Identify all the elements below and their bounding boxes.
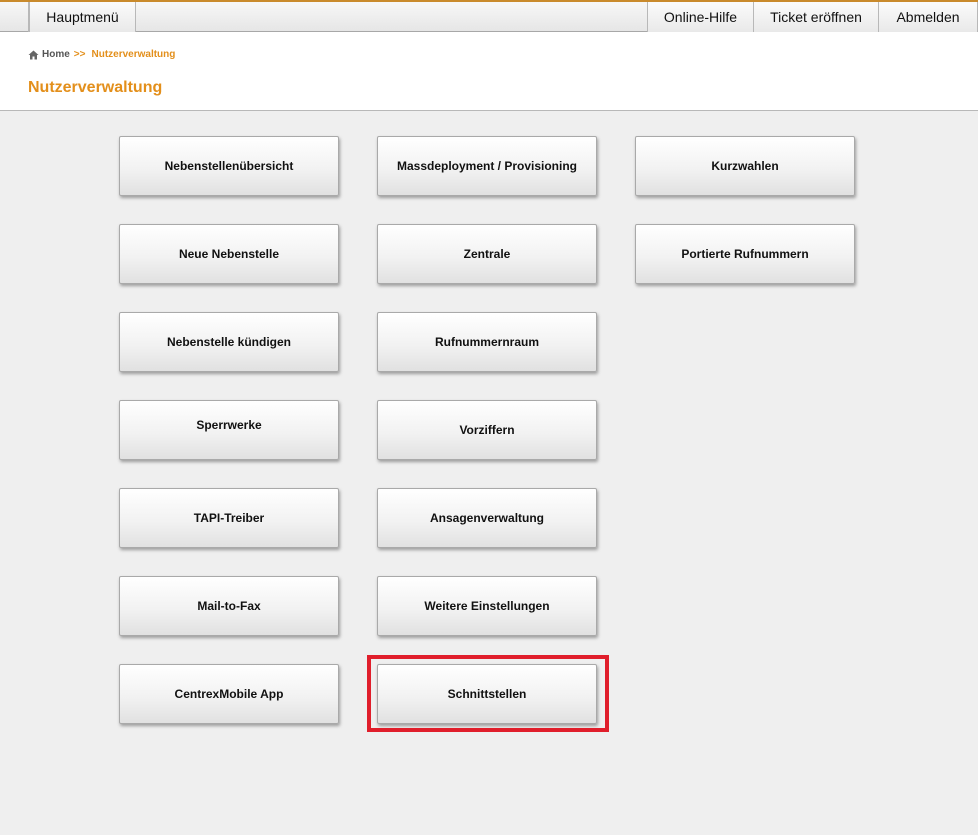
page: Hauptmenü Online-Hilfe Ticket eröffnen A… — [0, 0, 978, 835]
tile-nebenstelle-kuendigen[interactable]: Nebenstelle kündigen — [119, 312, 339, 372]
breadcrumb-separator: >> — [73, 49, 86, 60]
tile-grid: Nebenstellenübersicht Neue Nebenstelle N… — [0, 111, 978, 835]
tile-sperrwerke[interactable]: Sperrwerke — [119, 400, 339, 460]
tile-mail-to-fax[interactable]: Mail-to-Fax — [119, 576, 339, 636]
tile-zentrale[interactable]: Zentrale — [377, 224, 597, 284]
tile-portierte-rufnummern[interactable]: Portierte Rufnummern — [635, 224, 855, 284]
main-menu-button[interactable]: Hauptmenü — [29, 2, 136, 32]
top-menu-bar: Hauptmenü Online-Hilfe Ticket eröffnen A… — [0, 0, 978, 32]
tile-weitere-einstellungen[interactable]: Weitere Einstellungen — [377, 576, 597, 636]
breadcrumb-home-link[interactable]: Home — [42, 49, 70, 60]
tile-tapi-treiber[interactable]: TAPI-Treiber — [119, 488, 339, 548]
page-title: Nutzerverwaltung — [28, 79, 163, 96]
tile-neue-nebenstelle[interactable]: Neue Nebenstelle — [119, 224, 339, 284]
open-ticket-button[interactable]: Ticket eröffnen — [753, 2, 879, 32]
online-help-button[interactable]: Online-Hilfe — [647, 2, 754, 32]
breadcrumb: Home >> Nutzerverwaltung — [28, 49, 175, 60]
tile-rufnummernraum[interactable]: Rufnummernraum — [377, 312, 597, 372]
tile-kurzwahlen[interactable]: Kurzwahlen — [635, 136, 855, 196]
home-icon — [28, 50, 39, 59]
tile-massdeployment-provisioning[interactable]: Massdeployment / Provisioning — [377, 136, 597, 196]
tile-centrexmobile-app[interactable]: CentrexMobile App — [119, 664, 339, 724]
tile-schnittstellen[interactable]: Schnittstellen — [377, 664, 597, 724]
logout-button[interactable]: Abmelden — [878, 2, 978, 32]
tile-nebenstellenuebersicht[interactable]: Nebenstellenübersicht — [119, 136, 339, 196]
tile-ansagenverwaltung[interactable]: Ansagenverwaltung — [377, 488, 597, 548]
page-header: Home >> Nutzerverwaltung Nutzerverwaltun… — [0, 32, 978, 111]
menu-left-stub — [0, 2, 29, 32]
tile-vorziffern[interactable]: Vorziffern — [377, 400, 597, 460]
breadcrumb-current[interactable]: Nutzerverwaltung — [91, 49, 175, 60]
